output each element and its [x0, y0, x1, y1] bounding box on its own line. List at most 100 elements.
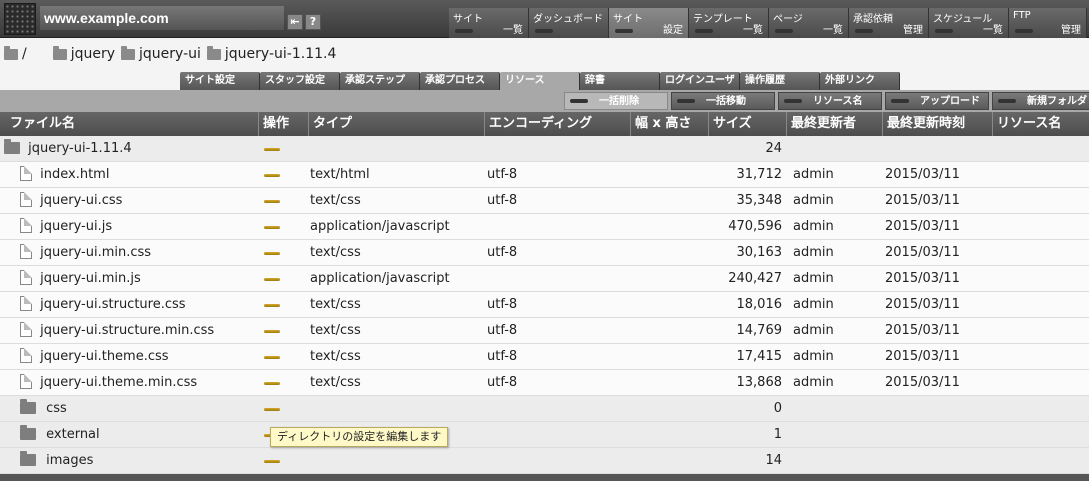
breadcrumb-item[interactable]: jquery-ui — [121, 45, 201, 62]
updated-at-cell: 2015/03/11 — [885, 323, 960, 338]
table-row[interactable]: jquery-ui.js application/javascript 470,59… — [0, 214, 1089, 240]
menu-title: 承認依頼 — [853, 14, 893, 25]
column-header[interactable]: サイズ — [708, 112, 786, 136]
table-row[interactable]: jquery-ui.css text/css utf-8 35,348 admin 201… — [0, 188, 1089, 214]
folder-icon — [206, 45, 221, 60]
column-header[interactable]: タイプ — [308, 112, 484, 136]
indicator-icon — [998, 99, 1016, 103]
edit-icon[interactable] — [264, 330, 280, 333]
file-icon — [20, 218, 32, 233]
menu-item[interactable]: スケジュール 一覧 — [929, 8, 1009, 38]
table-row[interactable]: jquery-ui.theme.css text/css utf-8 17,415 ad… — [0, 344, 1089, 370]
edit-icon[interactable] — [264, 252, 280, 255]
edit-icon[interactable] — [264, 356, 280, 359]
file-name-cell[interactable]: images — [20, 448, 93, 474]
menu-item[interactable]: サイト 一覧 — [449, 8, 529, 38]
file-name: jquery-ui.structure.min.css — [40, 323, 215, 338]
column-header[interactable]: リソース名 — [992, 112, 1089, 136]
tab[interactable]: 辞書 — [580, 72, 660, 90]
edit-icon[interactable] — [264, 408, 280, 411]
menu-item[interactable]: テンプレート 一覧 — [689, 8, 769, 38]
menu-item[interactable]: サイト 設定 — [609, 8, 689, 38]
file-name-cell[interactable]: jquery-ui.css — [20, 188, 122, 214]
file-icon — [20, 244, 32, 259]
menu-item[interactable]: 承認依頼 管理 — [849, 8, 929, 38]
edit-icon[interactable] — [264, 382, 280, 385]
tab[interactable]: 承認プロセス — [420, 72, 500, 90]
tab[interactable]: スタッフ設定 — [260, 72, 340, 90]
indicator-icon — [935, 29, 953, 33]
menu-sub: 一覧 — [503, 25, 523, 36]
file-name-cell[interactable]: jquery-ui.structure.css — [20, 292, 186, 318]
file-name-cell[interactable]: jquery-ui.theme.min.css — [20, 370, 197, 396]
edit-icon[interactable] — [264, 148, 280, 151]
file-name-cell[interactable]: jquery-ui.min.css — [20, 240, 151, 266]
file-name-cell[interactable]: index.html — [20, 162, 109, 188]
file-name-cell[interactable]: external — [20, 422, 100, 448]
column-header[interactable]: エンコーディング — [484, 112, 630, 136]
updated-by-cell: admin — [793, 193, 834, 208]
column-header[interactable]: 最終更新者 — [786, 112, 882, 136]
table-row[interactable]: css 0 — [0, 396, 1089, 422]
file-name-cell[interactable]: jquery-ui.structure.min.css — [20, 318, 214, 344]
tab[interactable]: ログインユーザ — [660, 72, 740, 90]
action-button[interactable]: 一括削除 — [564, 92, 668, 110]
table-row[interactable]: jquery-ui.structure.css text/css utf-8 18,0… — [0, 292, 1089, 318]
table-row[interactable]: jquery-ui.structure.min.css text/css utf-8… — [0, 318, 1089, 344]
tab[interactable]: 承認ステップ — [340, 72, 420, 90]
table-row[interactable]: images 14 — [0, 448, 1089, 474]
column-header[interactable]: 幅 x 高さ — [630, 112, 708, 136]
menu-sub: 一覧 — [743, 25, 763, 36]
tab[interactable]: 外部リンク — [820, 72, 900, 90]
file-name-cell[interactable]: css — [20, 396, 67, 422]
encoding-cell: utf-8 — [487, 323, 518, 338]
updated-at-cell: 2015/03/11 — [885, 375, 960, 390]
file-name: images — [46, 453, 94, 468]
action-button[interactable]: 新規フォルダ — [992, 92, 1089, 110]
table-row[interactable]: index.html text/html utf-8 31,712 admin 2015/… — [0, 162, 1089, 188]
file-name-cell[interactable]: jquery-ui-1.11.4 — [4, 136, 132, 162]
tab[interactable]: 操作履歴 — [740, 72, 820, 90]
action-label: アップロード — [920, 96, 980, 107]
edit-icon[interactable] — [264, 200, 280, 203]
edit-icon[interactable] — [264, 174, 280, 177]
tab[interactable]: サイト設定 — [180, 72, 260, 90]
menu-item[interactable]: ページ 一覧 — [769, 8, 849, 38]
table-row[interactable]: jquery-ui.theme.min.css text/css utf-8 13,8… — [0, 370, 1089, 396]
main-menu: サイト 一覧 ダッシュボード サイト 設定 テンプレート 一覧 ページ 一覧 承認依頼 管理 スケジュ… — [449, 8, 1087, 38]
breadcrumb-root[interactable]: / — [4, 45, 27, 62]
help-icon[interactable]: ? — [305, 14, 321, 30]
table-row[interactable]: jquery-ui-1.11.4 24 — [0, 136, 1089, 162]
column-header[interactable]: 最終更新時刻 — [882, 112, 992, 136]
column-header[interactable]: ファイル名 — [0, 112, 258, 136]
exit-icon[interactable]: ⇤ — [287, 14, 303, 30]
menu-sub: 一覧 — [823, 25, 843, 36]
edit-icon[interactable] — [264, 460, 280, 463]
menu-item[interactable]: ダッシュボード — [529, 8, 609, 38]
menu-item[interactable]: FTP 管理 — [1009, 8, 1087, 38]
file-name: index.html — [40, 167, 110, 182]
edit-icon[interactable] — [264, 278, 280, 281]
table-row[interactable]: jquery-ui.min.js application/javascript 24… — [0, 266, 1089, 292]
table-row[interactable]: jquery-ui.min.css text/css utf-8 30,163 admi… — [0, 240, 1089, 266]
file-name-cell[interactable]: jquery-ui.js — [20, 214, 112, 240]
breadcrumb-item[interactable]: jquery-ui-1.11.4 — [206, 45, 336, 62]
tab[interactable]: リソース — [500, 72, 580, 90]
action-button[interactable]: 一括移動 — [671, 92, 775, 110]
site-name[interactable]: www.example.com — [40, 6, 284, 30]
breadcrumb-item[interactable]: jquery — [52, 45, 115, 62]
table-row[interactable]: external 1 — [0, 422, 1089, 448]
indicator-icon — [615, 29, 633, 33]
column-header[interactable]: 操作 — [258, 112, 308, 136]
file-name-cell[interactable]: jquery-ui.min.js — [20, 266, 141, 292]
edit-icon[interactable] — [264, 304, 280, 307]
menu-sub: 管理 — [903, 25, 923, 36]
app-logo-icon[interactable] — [4, 3, 36, 35]
action-button[interactable]: アップロード — [885, 92, 989, 110]
action-button[interactable]: リソース名 — [778, 92, 882, 110]
indicator-icon — [695, 29, 713, 33]
size-cell: 35,348 — [736, 193, 783, 208]
encoding-cell: utf-8 — [487, 167, 518, 182]
file-name-cell[interactable]: jquery-ui.theme.css — [20, 344, 169, 370]
edit-icon[interactable] — [264, 226, 280, 229]
